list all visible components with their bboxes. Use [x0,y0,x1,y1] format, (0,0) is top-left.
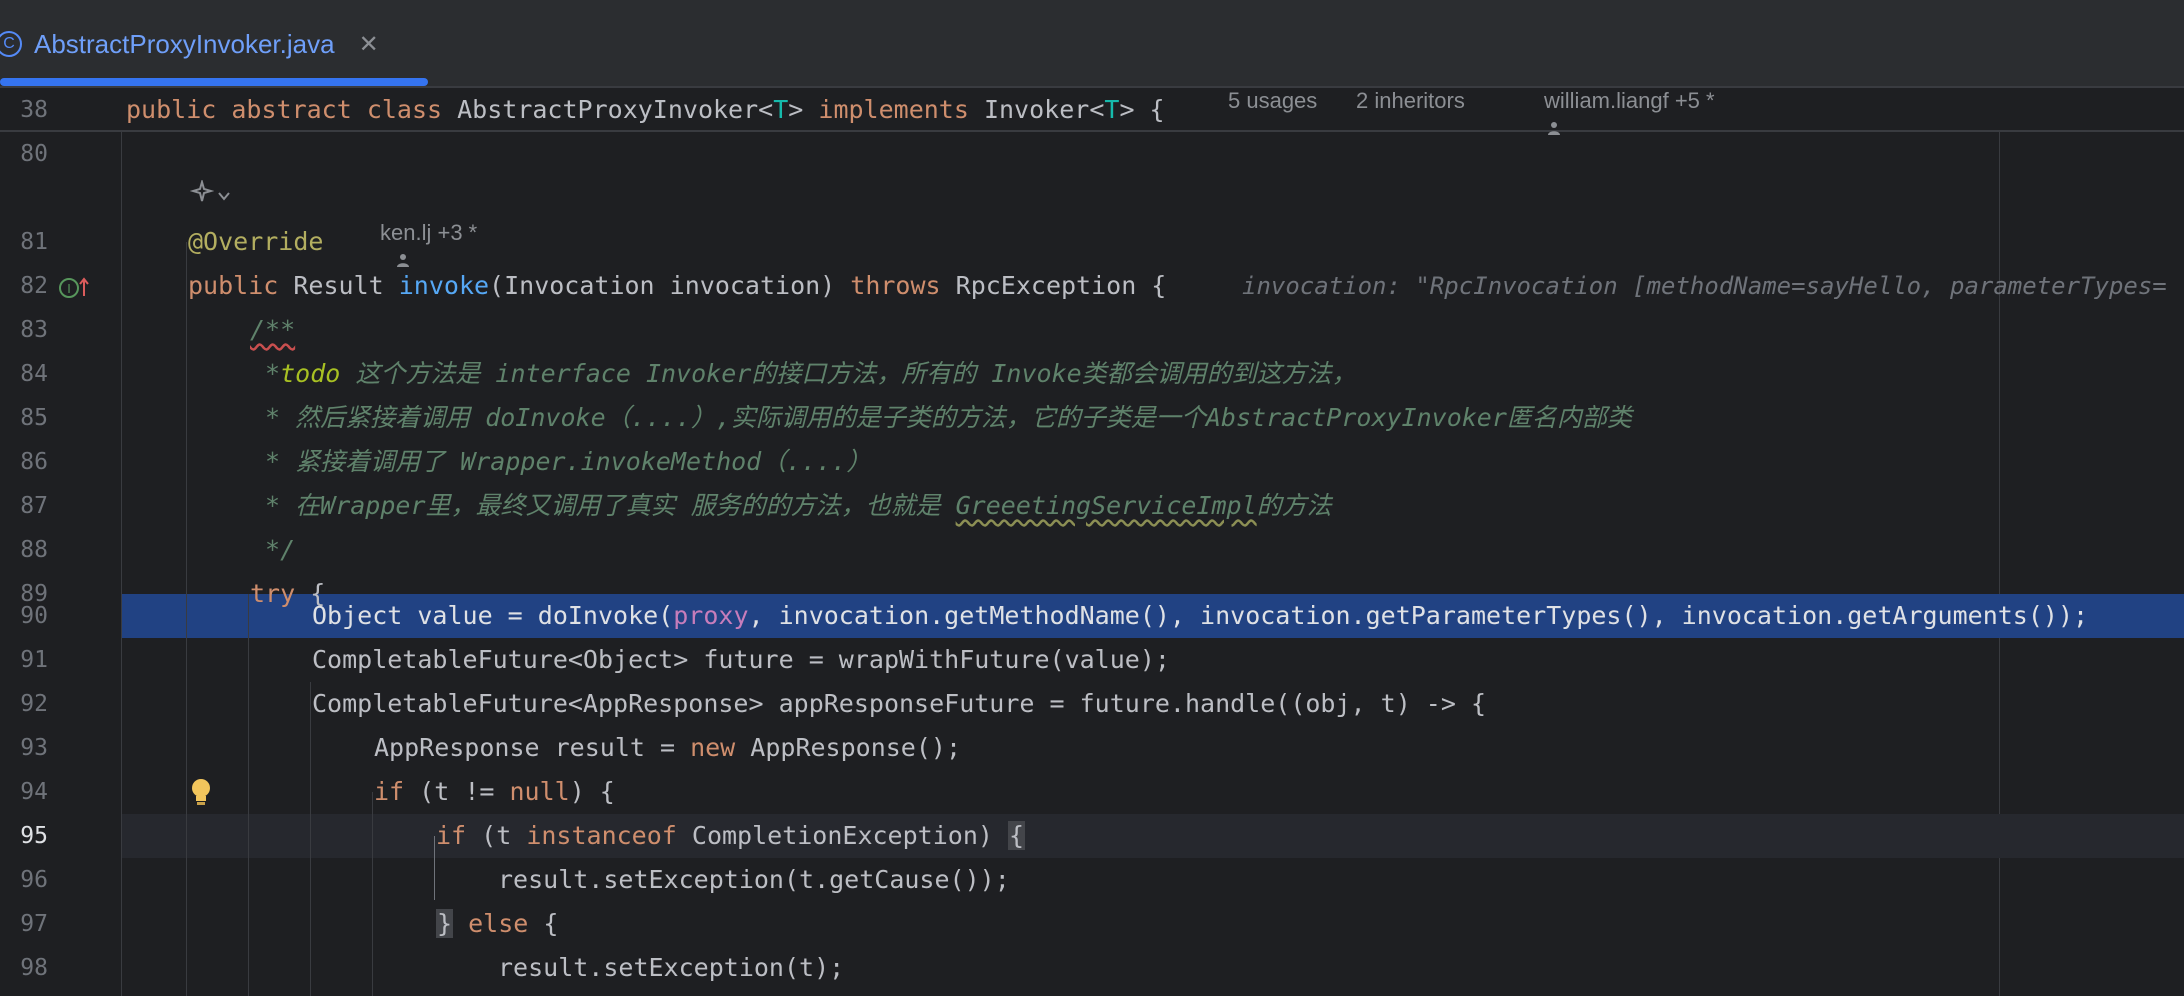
line-number: 38 [20,97,48,123]
line-number: 81 [20,229,48,255]
active-tab-indicator [0,78,428,86]
line-number: 86 [20,449,48,475]
doc-comment: /** [250,315,296,344]
code-editor[interactable]: 80 81 @Override ken.lj +3 * 82 I public … [0,132,2184,996]
code-line: 92 CompletableFuture<AppResponse> appRes… [0,682,2184,726]
code-line: 83 /** [0,308,2184,352]
tab-abstractproxyinvoker[interactable]: C AbstractProxyInvoker.java ✕ [0,0,428,88]
code-text: CompletableFuture<Object> future = wrapW… [312,645,1170,674]
code-line: 81 @Override ken.lj +3 * [0,220,2184,267]
tab-filename: AbstractProxyInvoker.java [34,28,335,59]
code-text: CompletableFuture<AppResponse> appRespon… [312,689,1486,718]
method-signature: public Result invoke(Invocation invocati… [188,271,1167,300]
close-icon[interactable]: ✕ [359,30,379,59]
editor-tab-bar: C AbstractProxyInvoker.java ✕ [0,0,2184,88]
line-number: 82 [20,273,48,299]
code-line: 96 result.setException(t.getCause()); [0,858,2184,902]
inlay-actions-row [0,170,2184,214]
lightbulb-icon[interactable] [188,776,214,812]
code-line-caret: 95 if (t instanceof CompletionException)… [0,814,2184,858]
sticky-code: public abstract class AbstractProxyInvok… [126,95,1165,124]
line-number: 85 [20,405,48,431]
usages-link[interactable]: 5 usages [1228,88,1317,132]
code-text: if (t != null) { [374,777,615,806]
line-number: 84 [20,361,48,387]
line-number: 96 [20,867,48,893]
line-number: 90 [20,603,48,629]
chevron-down-icon[interactable] [218,186,230,205]
line-number: 83 [20,317,48,343]
code-line: 93 AppResponse result = new AppResponse(… [0,726,2184,770]
code-text: AppResponse result = new AppResponse(); [374,733,962,762]
inheritors-link[interactable]: 2 inheritors [1356,88,1465,132]
code-text: if (t instanceof CompletionException) { [436,821,1026,850]
debug-value-hint: invocation: "RpcInvocation [methodName=s… [1242,272,2167,300]
code-text: } else { [436,909,559,938]
code-line: 82 I public Result invoke(Invocation inv… [0,264,2184,308]
sticky-class-header[interactable]: 38 public abstract class AbstractProxyIn… [0,88,2184,135]
code-line: 98 result.setException(t); [0,946,2184,990]
code-line: 97 } else { [0,902,2184,946]
line-number: 88 [20,537,48,563]
line-number: 92 [20,691,48,717]
class-c-icon: C [0,31,22,57]
svg-text:I: I [67,282,71,296]
code-line: 91 CompletableFuture<Object> future = wr… [0,638,2184,682]
line-number: 95 [20,823,48,849]
code-text: result.setException(t); [498,953,845,982]
line-number: 98 [20,955,48,981]
implements-method-icon[interactable]: I [58,274,92,304]
ai-sparkle-icon[interactable] [189,178,215,208]
code-line: 85 * 然后紧接着调用 doInvoke（....）,实际调用的是子类的方法，… [0,396,2184,440]
code-line: 94 if (t != null) { [0,770,2184,814]
line-number: 93 [20,735,48,761]
code-line: 88 */ [0,528,2184,572]
code-line: 86 * 紧接着调用了 Wrapper.invokeMethod（....） [0,440,2184,484]
doc-comment: * 然后紧接着调用 doInvoke（....）,实际调用的是子类的方法，它的子… [250,403,1632,432]
code-text: result.setException(t.getCause()); [498,865,1010,894]
code-text: Object value = doInvoke(proxy, invocatio… [312,601,2089,630]
doc-comment: */ [250,535,296,564]
author-inlay[interactable]: william.liangf +5 * [1544,88,1715,132]
doc-comment: *todo 这个方法是 interface Invoker的接口方法，所有的 I… [250,359,1357,388]
code-line: 84 *todo 这个方法是 interface Invoker的接口方法，所有… [0,352,2184,396]
annotation-override: @Override [188,227,324,256]
code-line: 87 * 在Wrapper里，最终又调用了真实 服务的的方法，也就是 Greee… [0,484,2184,528]
line-number: 87 [20,493,48,519]
doc-comment: * 紧接着调用了 Wrapper.invokeMethod（....） [250,447,872,476]
author-inlay[interactable]: ken.lj +3 * [380,220,477,264]
line-number: 97 [20,911,48,937]
line-number: 94 [20,779,48,805]
doc-comment: * 在Wrapper里，最终又调用了真实 服务的的方法，也就是 Greeetin… [250,491,1332,520]
line-number: 91 [20,647,48,673]
code-line-selected: 90 Object value = doInvoke(proxy, invoca… [0,594,2184,638]
